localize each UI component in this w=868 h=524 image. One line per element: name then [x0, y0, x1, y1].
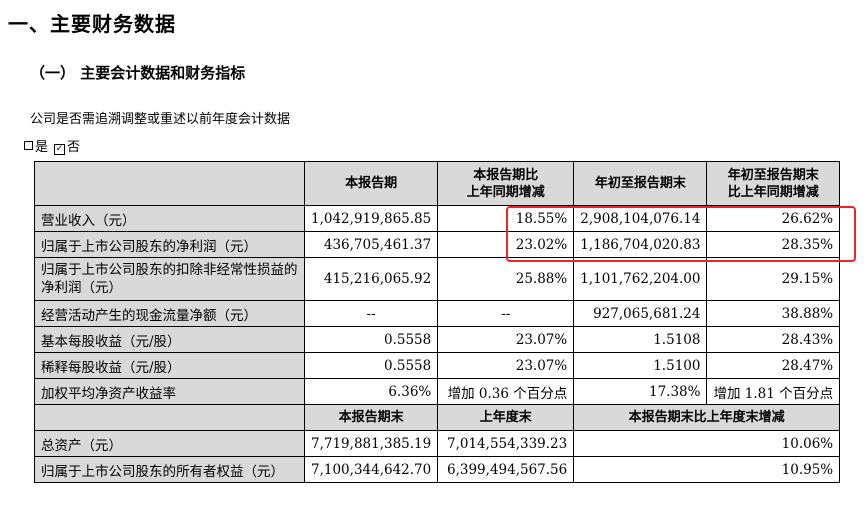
table-cell: 38.88%	[706, 300, 841, 327]
table-row: 归属于上市公司股东的所有者权益（元） 7,100,344,642.70 6,39…	[34, 456, 841, 483]
table-cell: 23.07%	[437, 326, 575, 353]
row-label: 营业收入（元）	[34, 205, 305, 232]
table-cell: 10.06%	[573, 430, 841, 457]
table-cell: 23.07%	[437, 352, 575, 379]
table-cell: 436,705,461.37	[303, 231, 439, 258]
financial-data-table: 本报告期 本报告期比 上年同期增减 年初至报告期末 年初至报告期末 比上年同期增…	[34, 161, 841, 483]
table-cell: 23.02%	[437, 231, 575, 258]
header-cell: 本报告期	[303, 161, 439, 206]
row-label: 归属于上市公司股东的净利润（元）	[34, 231, 305, 258]
table-header-row-2: 本报告期末 上年度末 本报告期末比上年度末增减	[34, 404, 841, 431]
table-cell: 1.5100	[573, 352, 708, 379]
row-label: 归属于上市公司股东的所有者权益（元）	[34, 456, 305, 483]
table-cell: 17.38%	[573, 378, 708, 405]
header-cell: 本报告期比 上年同期增减	[437, 161, 575, 206]
table-cell: 10.95%	[573, 456, 841, 483]
row-label: 经营活动产生的现金流量净额（元）	[34, 300, 305, 327]
table-cell: 增加 0.36 个百分点	[437, 378, 575, 405]
table-cell: 1,186,704,020.83	[573, 231, 708, 258]
table-cell: 1,101,762,204.00	[573, 257, 708, 301]
table-cell: 6.36%	[303, 378, 439, 405]
table-cell: 25.88%	[437, 257, 575, 301]
table-cell: 0.5558	[303, 352, 439, 379]
table-row: 归属于上市公司股东的净利润（元） 436,705,461.37 23.02% 1…	[34, 231, 841, 258]
restatement-question: 公司是否需追溯调整或重述以前年度会计数据	[30, 112, 291, 127]
restatement-answer: 是 ✓ 否	[24, 136, 80, 155]
table-cell: 1.5108	[573, 326, 708, 353]
header-line: 年初至报告期末 比上年同期增减	[727, 167, 819, 200]
header-cell: 年初至报告期末	[573, 161, 708, 206]
table-cell: 增加 1.81 个百分点	[706, 378, 841, 405]
table-cell: 7,719,881,385.19	[303, 430, 439, 457]
table-cell: 6,399,494,567.56	[437, 456, 575, 483]
table-cell: 26.62%	[706, 205, 841, 232]
header-cell-empty	[34, 161, 305, 206]
table-cell: 7,014,554,339.23	[437, 430, 575, 457]
table-cell: 927,065,681.24	[573, 300, 708, 327]
table-cell: 7,100,344,642.70	[303, 456, 439, 483]
table-cell: 28.47%	[706, 352, 841, 379]
table-row: 经营活动产生的现金流量净额（元） -- -- 927,065,681.24 38…	[34, 300, 841, 327]
checkbox-unchecked-icon	[24, 141, 33, 150]
header-cell: 上年度末	[437, 404, 575, 431]
table-row: 稀释每股收益（元/股） 0.5558 23.07% 1.5100 28.47%	[34, 352, 841, 379]
row-label: 加权平均净资产收益率	[34, 378, 305, 405]
table-cell: 18.55%	[437, 205, 575, 232]
subsection-title: （一） 主要会计数据和财务指标	[30, 64, 246, 82]
table-header-row: 本报告期 本报告期比 上年同期增减 年初至报告期末 年初至报告期末 比上年同期增…	[34, 161, 841, 206]
row-label: 总资产（元）	[34, 430, 305, 457]
row-label: 基本每股收益（元/股）	[34, 326, 305, 353]
header-cell: 本报告期末	[303, 404, 439, 431]
table-row: 营业收入（元） 1,042,919,865.85 18.55% 2,908,10…	[34, 205, 841, 232]
table-cell: --	[437, 300, 575, 327]
header-cell: 年初至报告期末 比上年同期增减	[706, 161, 841, 206]
table-row: 总资产（元） 7,719,881,385.19 7,014,554,339.23…	[34, 430, 841, 457]
table-cell: 28.35%	[706, 231, 841, 258]
table-row: 归属于上市公司股东的扣除非经常性损益的净利润（元） 415,216,065.92…	[34, 257, 841, 301]
table-cell: 29.15%	[706, 257, 841, 301]
answer-yes: 是	[35, 140, 49, 155]
table-row: 加权平均净资产收益率 6.36% 增加 0.36 个百分点 17.38% 增加 …	[34, 378, 841, 405]
table-cell: 2,908,104,076.14	[573, 205, 708, 232]
header-cell-empty	[34, 404, 305, 431]
section-title: 一、主要财务数据	[8, 12, 176, 36]
header-cell: 本报告期末比上年度末增减	[573, 404, 841, 431]
table-cell: 1,042,919,865.85	[303, 205, 439, 232]
header-line: 本报告期比 上年同期增减	[466, 167, 545, 200]
table-cell: 28.43%	[706, 326, 841, 353]
row-label: 稀释每股收益（元/股）	[34, 352, 305, 379]
table-cell: 0.5558	[303, 326, 439, 353]
table-row: 基本每股收益（元/股） 0.5558 23.07% 1.5108 28.43%	[34, 326, 841, 353]
table-cell: --	[303, 300, 439, 327]
row-label: 归属于上市公司股东的扣除非经常性损益的净利润（元）	[34, 257, 305, 301]
table-cell: 415,216,065.92	[303, 257, 439, 301]
checkbox-checked-icon: ✓	[54, 144, 66, 155]
answer-no: 否	[67, 140, 81, 155]
